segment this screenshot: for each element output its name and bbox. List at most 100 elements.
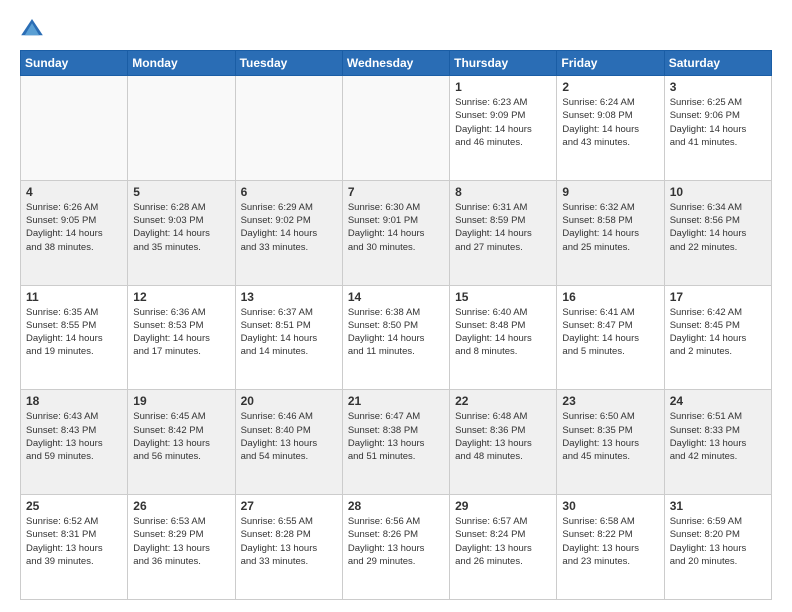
day-number: 7 (348, 185, 444, 199)
day-number: 11 (26, 290, 122, 304)
calendar-day-cell: 29 Sunrise: 6:57 AM Sunset: 8:24 PM Dayli… (450, 495, 557, 600)
day-number: 20 (241, 394, 337, 408)
day-number: 4 (26, 185, 122, 199)
calendar-day-cell: 28Sunrise: 6:56 AM Sunset: 8:26 PM Dayli… (342, 495, 449, 600)
calendar-day-cell: 31 Sunrise: 6:59 AM Sunset: 8:20 PM Dayli… (664, 495, 771, 600)
day-info: Sunrise: 6:41 AM Sunset: 8:47 PM Dayligh… (562, 307, 639, 358)
calendar-week-row: 4Sunrise: 6:26 AM Sunset: 9:05 PM Daylig… (21, 180, 772, 285)
calendar-day-header: Tuesday (235, 51, 342, 76)
day-number: 14 (348, 290, 444, 304)
calendar-day-cell: 9 Sunrise: 6:32 AM Sunset: 8:58 PM Daylig… (557, 180, 664, 285)
day-number: 9 (562, 185, 658, 199)
calendar-day-cell: 13 Sunrise: 6:37 AM Sunset: 8:51 PM Dayli… (235, 285, 342, 390)
calendar-day-header: Saturday (664, 51, 771, 76)
page: SundayMondayTuesdayWednesdayThursdayFrid… (0, 0, 792, 612)
day-number: 24 (670, 394, 766, 408)
day-info: Sunrise: 6:36 AM Sunset: 8:53 PM Dayligh… (133, 307, 210, 358)
calendar-day-cell: 10 Sunrise: 6:34 AM Sunset: 8:56 PM Dayli… (664, 180, 771, 285)
calendar-week-row: 11 Sunrise: 6:35 AM Sunset: 8:55 PM Dayli… (21, 285, 772, 390)
calendar-day-cell: 23Sunrise: 6:50 AM Sunset: 8:35 PM Dayli… (557, 390, 664, 495)
day-info: Sunrise: 6:57 AM Sunset: 8:24 PM Dayligh… (455, 516, 532, 567)
day-info: Sunrise: 6:37 AM Sunset: 8:51 PM Dayligh… (241, 307, 318, 358)
day-number: 13 (241, 290, 337, 304)
day-info: Sunrise: 6:23 AM Sunset: 9:09 PM Dayligh… (455, 97, 532, 148)
day-number: 1 (455, 80, 551, 94)
calendar-week-row: 18Sunrise: 6:43 AM Sunset: 8:43 PM Dayli… (21, 390, 772, 495)
day-number: 3 (670, 80, 766, 94)
calendar-day-header: Sunday (21, 51, 128, 76)
day-number: 19 (133, 394, 229, 408)
day-number: 2 (562, 80, 658, 94)
calendar-day-cell: 26 Sunrise: 6:53 AM Sunset: 8:29 PM Dayli… (128, 495, 235, 600)
calendar-week-row: 1 Sunrise: 6:23 AM Sunset: 9:09 PM Daylig… (21, 76, 772, 181)
day-info: Sunrise: 6:29 AM Sunset: 9:02 PM Dayligh… (241, 202, 318, 253)
calendar-day-header: Friday (557, 51, 664, 76)
day-info: Sunrise: 6:48 AM Sunset: 8:36 PM Dayligh… (455, 411, 532, 462)
calendar-day-header: Monday (128, 51, 235, 76)
day-number: 29 (455, 499, 551, 513)
calendar-day-cell: 20 Sunrise: 6:46 AM Sunset: 8:40 PM Dayli… (235, 390, 342, 495)
calendar-table: SundayMondayTuesdayWednesdayThursdayFrid… (20, 50, 772, 600)
day-info: Sunrise: 6:38 AM Sunset: 8:50 PM Dayligh… (348, 307, 425, 358)
calendar-day-cell: 21 Sunrise: 6:47 AM Sunset: 8:38 PM Dayli… (342, 390, 449, 495)
day-number: 5 (133, 185, 229, 199)
day-info: Sunrise: 6:53 AM Sunset: 8:29 PM Dayligh… (133, 516, 210, 567)
calendar-day-header: Wednesday (342, 51, 449, 76)
calendar-day-cell: 14 Sunrise: 6:38 AM Sunset: 8:50 PM Dayli… (342, 285, 449, 390)
day-info: Sunrise: 6:59 AM Sunset: 8:20 PM Dayligh… (670, 516, 747, 567)
day-number: 8 (455, 185, 551, 199)
day-number: 21 (348, 394, 444, 408)
day-info: Sunrise: 6:32 AM Sunset: 8:58 PM Dayligh… (562, 202, 639, 253)
day-info: Sunrise: 6:47 AM Sunset: 8:38 PM Dayligh… (348, 411, 425, 462)
header (20, 16, 772, 40)
calendar-day-cell: 8Sunrise: 6:31 AM Sunset: 8:59 PM Daylig… (450, 180, 557, 285)
calendar-day-cell: 25Sunrise: 6:52 AM Sunset: 8:31 PM Dayli… (21, 495, 128, 600)
day-info: Sunrise: 6:30 AM Sunset: 9:01 PM Dayligh… (348, 202, 425, 253)
calendar-day-cell: 1 Sunrise: 6:23 AM Sunset: 9:09 PM Daylig… (450, 76, 557, 181)
calendar-day-cell: 7 Sunrise: 6:30 AM Sunset: 9:01 PM Daylig… (342, 180, 449, 285)
day-number: 17 (670, 290, 766, 304)
day-number: 12 (133, 290, 229, 304)
day-info: Sunrise: 6:34 AM Sunset: 8:56 PM Dayligh… (670, 202, 747, 253)
calendar-header-row: SundayMondayTuesdayWednesdayThursdayFrid… (21, 51, 772, 76)
calendar-day-cell: 22 Sunrise: 6:48 AM Sunset: 8:36 PM Dayli… (450, 390, 557, 495)
logo-icon (20, 16, 44, 40)
day-info: Sunrise: 6:42 AM Sunset: 8:45 PM Dayligh… (670, 307, 747, 358)
calendar-day-header: Thursday (450, 51, 557, 76)
calendar-day-cell (21, 76, 128, 181)
calendar-day-cell: 30Sunrise: 6:58 AM Sunset: 8:22 PM Dayli… (557, 495, 664, 600)
day-info: Sunrise: 6:25 AM Sunset: 9:06 PM Dayligh… (670, 97, 747, 148)
day-number: 18 (26, 394, 122, 408)
day-info: Sunrise: 6:24 AM Sunset: 9:08 PM Dayligh… (562, 97, 639, 148)
calendar-day-cell: 11 Sunrise: 6:35 AM Sunset: 8:55 PM Dayli… (21, 285, 128, 390)
day-number: 10 (670, 185, 766, 199)
calendar-day-cell (342, 76, 449, 181)
logo (20, 16, 48, 40)
day-number: 22 (455, 394, 551, 408)
day-number: 25 (26, 499, 122, 513)
calendar-day-cell: 18Sunrise: 6:43 AM Sunset: 8:43 PM Dayli… (21, 390, 128, 495)
calendar-day-cell: 5 Sunrise: 6:28 AM Sunset: 9:03 PM Daylig… (128, 180, 235, 285)
day-number: 16 (562, 290, 658, 304)
calendar-day-cell (128, 76, 235, 181)
day-info: Sunrise: 6:45 AM Sunset: 8:42 PM Dayligh… (133, 411, 210, 462)
calendar-day-cell: 24 Sunrise: 6:51 AM Sunset: 8:33 PM Dayli… (664, 390, 771, 495)
day-info: Sunrise: 6:40 AM Sunset: 8:48 PM Dayligh… (455, 307, 532, 358)
day-number: 6 (241, 185, 337, 199)
day-info: Sunrise: 6:51 AM Sunset: 8:33 PM Dayligh… (670, 411, 747, 462)
day-number: 30 (562, 499, 658, 513)
day-number: 23 (562, 394, 658, 408)
day-info: Sunrise: 6:55 AM Sunset: 8:28 PM Dayligh… (241, 516, 318, 567)
day-info: Sunrise: 6:35 AM Sunset: 8:55 PM Dayligh… (26, 307, 103, 358)
day-number: 26 (133, 499, 229, 513)
day-number: 31 (670, 499, 766, 513)
calendar-day-cell: 27Sunrise: 6:55 AM Sunset: 8:28 PM Dayli… (235, 495, 342, 600)
calendar-day-cell: 4Sunrise: 6:26 AM Sunset: 9:05 PM Daylig… (21, 180, 128, 285)
day-info: Sunrise: 6:46 AM Sunset: 8:40 PM Dayligh… (241, 411, 318, 462)
day-info: Sunrise: 6:28 AM Sunset: 9:03 PM Dayligh… (133, 202, 210, 253)
calendar-week-row: 25Sunrise: 6:52 AM Sunset: 8:31 PM Dayli… (21, 495, 772, 600)
calendar-day-cell: 6 Sunrise: 6:29 AM Sunset: 9:02 PM Daylig… (235, 180, 342, 285)
calendar-day-cell: 19 Sunrise: 6:45 AM Sunset: 8:42 PM Dayli… (128, 390, 235, 495)
calendar-day-cell: 15 Sunrise: 6:40 AM Sunset: 8:48 PM Dayli… (450, 285, 557, 390)
day-number: 15 (455, 290, 551, 304)
